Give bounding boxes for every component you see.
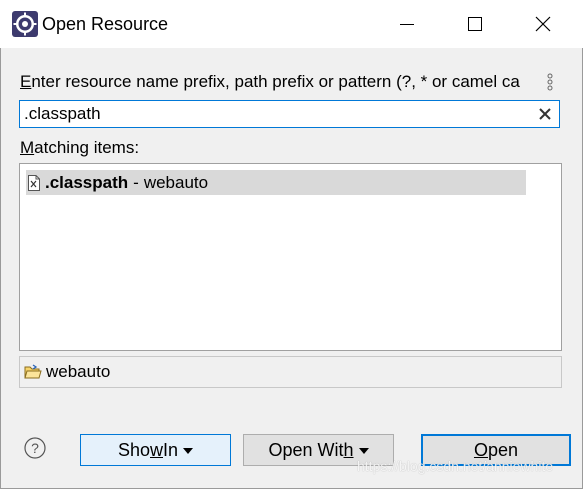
dropdown-caret-icon: [183, 448, 194, 454]
minimize-icon: [400, 24, 414, 25]
matching-items-label: Matching items:: [20, 138, 140, 157]
search-input[interactable]: [24, 103, 524, 125]
maximize-button[interactable]: [445, 0, 505, 48]
menu-kebab-icon[interactable]: [546, 73, 554, 91]
status-text: webauto: [46, 362, 111, 381]
window-title: Open Resource: [42, 14, 169, 34]
folder-icon: [24, 364, 42, 379]
help-icon[interactable]: ?: [24, 437, 46, 459]
title-bar[interactable]: Open Resource: [0, 0, 583, 48]
search-prompt-label: Enter resource name prefix, path prefix …: [20, 72, 520, 91]
watermark: https://blog.csdn.net/anniewhite: [357, 458, 554, 474]
clear-icon[interactable]: [537, 105, 553, 123]
result-name: .classpath: [45, 172, 129, 192]
app-icon: [12, 11, 38, 37]
list-item[interactable]: .classpath - webauto: [26, 170, 526, 195]
search-field[interactable]: [19, 100, 560, 128]
result-project: webauto: [143, 172, 209, 192]
close-button[interactable]: [513, 0, 573, 48]
show-in-button[interactable]: Sho w In: [80, 434, 231, 466]
results-list[interactable]: .classpath - webauto: [19, 163, 562, 351]
minimize-button[interactable]: [377, 0, 437, 48]
svg-text:?: ?: [31, 440, 39, 456]
result-separator: -: [133, 172, 139, 192]
close-icon: [535, 16, 551, 32]
dropdown-caret-icon: [358, 448, 369, 454]
maximize-icon: [468, 17, 482, 31]
selected-item-location: webauto: [19, 356, 562, 388]
file-icon: [28, 174, 40, 191]
